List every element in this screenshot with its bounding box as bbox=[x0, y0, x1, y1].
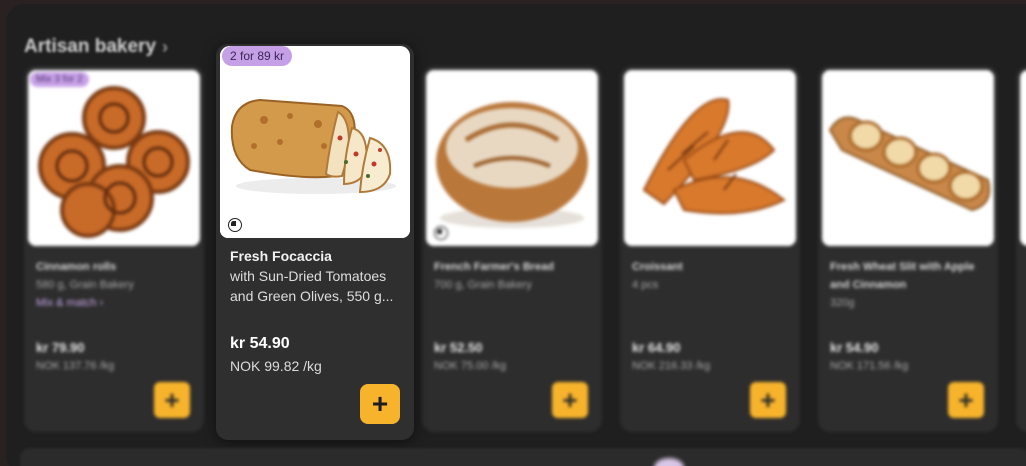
product-image bbox=[220, 46, 410, 238]
product-unit-price: NOK 216.33 /kg bbox=[632, 360, 711, 372]
promo-badge: 2 for 89 kr bbox=[222, 46, 293, 66]
product-name: Cinnamon rolls 580 g, Grain Bakery Mix &… bbox=[36, 258, 196, 312]
product-card-cinnamon-rolls[interactable]: Mix 3 for 2 Cinnamon rolls 580 g, Grain … bbox=[24, 66, 204, 432]
mix-and-match-link[interactable]: Mix & match › bbox=[36, 294, 196, 312]
product-image bbox=[426, 70, 598, 246]
wheat-slit-image bbox=[822, 70, 994, 246]
product-detail: 4 pcs bbox=[632, 279, 659, 291]
next-section-bar bbox=[20, 448, 1026, 466]
add-to-cart-button[interactable]: + bbox=[552, 382, 588, 418]
product-name: French Farmer's Bread 700 g, Grain Baker… bbox=[434, 258, 594, 294]
cinnamon-rolls-image bbox=[28, 70, 200, 246]
product-detail: 580 g, Grain Bakery bbox=[36, 279, 134, 291]
promo-badge: Mix 3 for 2 bbox=[30, 72, 89, 87]
product-name: Fresh Focaccia bbox=[230, 248, 332, 264]
product-price: kr 54.90 bbox=[830, 340, 879, 355]
product-description: with Sun-Dried Tomatoes and Green Olives… bbox=[230, 268, 394, 304]
product-price: kr 79.90 bbox=[36, 340, 85, 355]
product-image bbox=[624, 70, 796, 246]
product-unit-price: NOK 99.82 /kg bbox=[230, 358, 322, 374]
product-name-text: Cinnamon rolls bbox=[36, 261, 117, 273]
product-unit-price: NOK 137.76 /kg bbox=[36, 360, 115, 372]
product-card-fresh-wheat-slit[interactable]: Fresh Wheat Slit with Apple and Cinnamon… bbox=[818, 66, 998, 432]
product-detail: 320g bbox=[830, 297, 855, 309]
product-name: Croissant 4 pcs bbox=[632, 258, 792, 294]
product-price: kr 52.50 bbox=[434, 340, 483, 355]
product-card-french-farmers-bread[interactable]: French Farmer's Bread 700 g, Grain Baker… bbox=[422, 66, 602, 432]
product-name: Fresh Wheat Slit with Apple and Cinnamon… bbox=[830, 258, 990, 312]
croissant-image bbox=[624, 70, 796, 246]
product-detail: 700 g, Grain Bakery bbox=[434, 279, 532, 291]
product-image bbox=[822, 70, 994, 246]
product-name-text: French Farmer's Bread bbox=[434, 261, 554, 273]
section-title-text: Artisan bakery bbox=[24, 36, 157, 57]
product-image bbox=[28, 70, 200, 246]
add-to-cart-button[interactable]: + bbox=[360, 384, 400, 424]
product-image bbox=[1020, 70, 1026, 246]
section-title[interactable]: Artisan bakery › bbox=[24, 36, 168, 58]
add-to-cart-button[interactable]: + bbox=[948, 382, 984, 418]
add-to-cart-button[interactable]: + bbox=[154, 382, 190, 418]
product-price: kr 64.90 bbox=[632, 340, 681, 355]
farmers-bread-image bbox=[426, 70, 598, 246]
chevron-right-icon: › bbox=[162, 36, 169, 57]
product-name-text: Fresh Wheat Slit with Apple and Cinnamon bbox=[830, 261, 975, 291]
product-price: kr 54.90 bbox=[230, 335, 290, 352]
product-card-fresh-focaccia[interactable]: 2 for 89 kr Fresh Focaccia with Sun-Drie… bbox=[216, 44, 414, 440]
weighed-item-icon bbox=[434, 226, 448, 240]
product-name-text: Croissant bbox=[632, 261, 683, 273]
product-unit-price: NOK 171.56 /kg bbox=[830, 360, 909, 372]
focaccia-image bbox=[220, 46, 410, 238]
add-to-cart-button[interactable]: + bbox=[750, 382, 786, 418]
product-card-partial[interactable] bbox=[1016, 66, 1026, 432]
product-unit-price: NOK 75.00 /kg bbox=[434, 360, 507, 372]
weighed-item-icon bbox=[228, 218, 242, 232]
product-card-croissant[interactable]: Croissant 4 pcs kr 64.90 NOK 216.33 /kg … bbox=[620, 66, 800, 432]
